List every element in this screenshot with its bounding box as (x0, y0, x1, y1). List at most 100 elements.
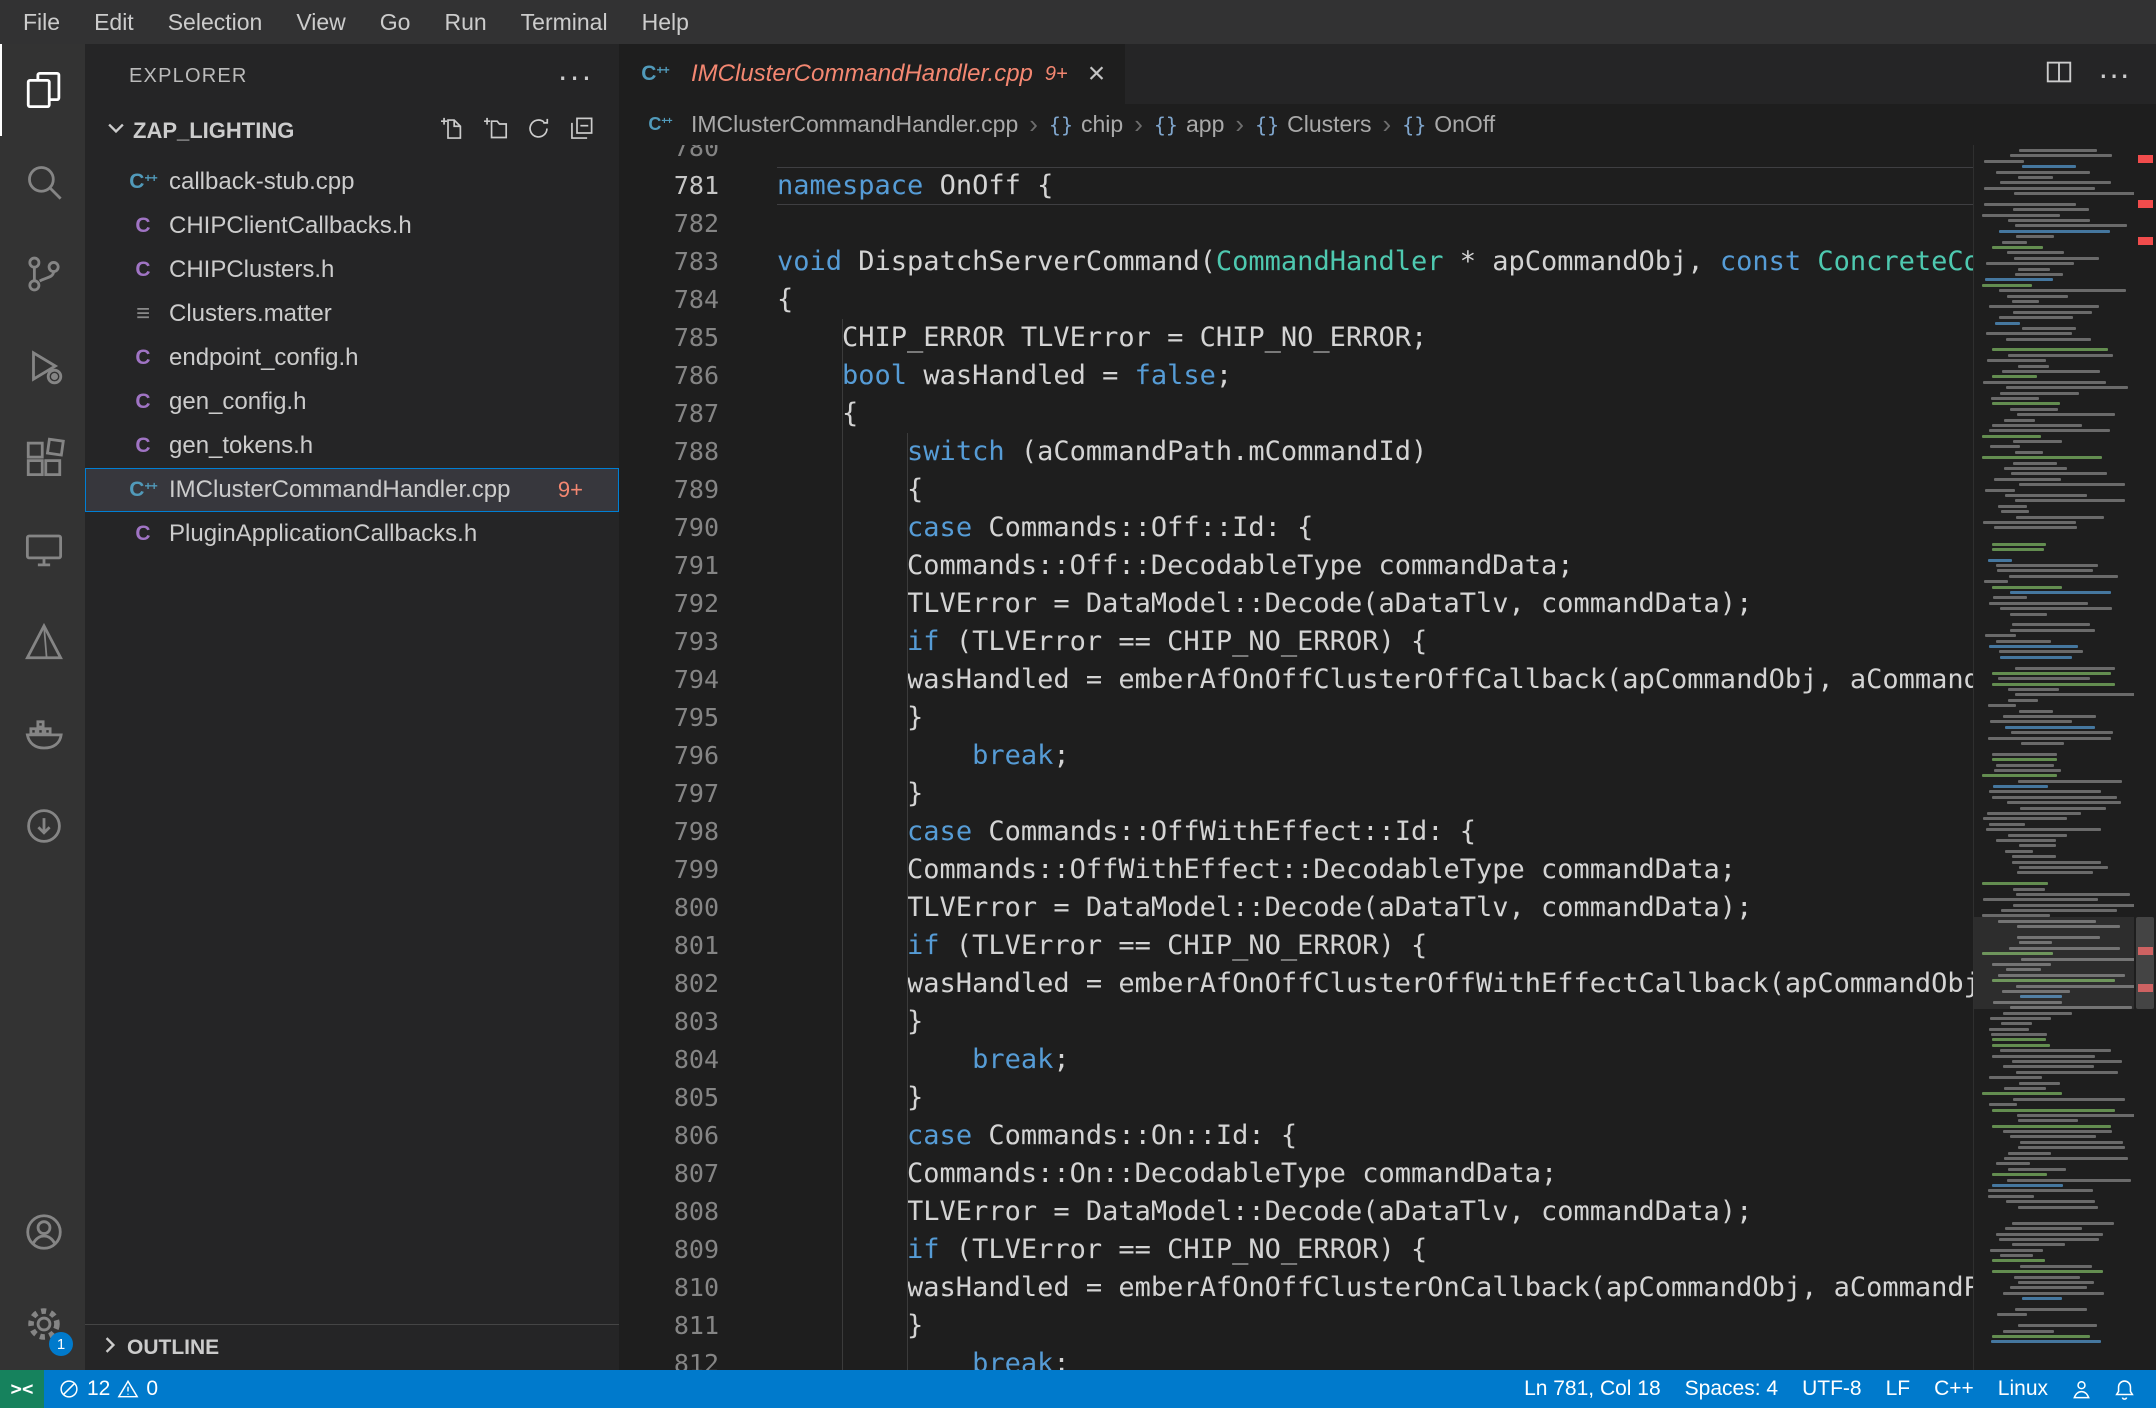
menu-item-edit[interactable]: Edit (77, 0, 151, 44)
code-line[interactable]: 789 { (619, 471, 1973, 509)
code-line[interactable]: 781 namespace OnOff { (619, 167, 1973, 205)
status-remote-os[interactable]: Linux (1986, 1377, 2060, 1401)
code-line[interactable]: 797 } (619, 775, 1973, 813)
file-item[interactable]: C CHIPClusters.h (85, 248, 619, 292)
code-line[interactable]: 811 } (619, 1307, 1973, 1345)
status-language-mode[interactable]: C++ (1922, 1377, 1986, 1401)
minimap[interactable] (1973, 145, 2134, 1370)
breadcrumb-item[interactable]: {} OnOff (1402, 111, 1495, 138)
file-item[interactable]: Cendpoint_config.h (85, 336, 619, 380)
code-line[interactable]: 806 case Commands::On::Id: { (619, 1117, 1973, 1155)
menu-item-run[interactable]: Run (427, 0, 503, 44)
code-line[interactable]: 790 case Commands::Off::Id: { (619, 509, 1973, 547)
settings-icon[interactable]: 1 (0, 1278, 85, 1370)
accounts-icon[interactable] (0, 1186, 85, 1278)
feedback-icon[interactable] (2060, 1378, 2103, 1401)
file-item[interactable]: C CHIPClientCallbacks.h (85, 204, 619, 248)
more-actions-icon[interactable]: ··· (557, 60, 593, 92)
code-line[interactable]: 792 TLVError = DataModel::Decode(aDataTl… (619, 585, 1973, 623)
menu-item-selection[interactable]: Selection (151, 0, 280, 44)
new-folder-icon[interactable] (482, 115, 509, 148)
cmake-icon[interactable] (0, 596, 85, 688)
refresh-icon[interactable] (525, 115, 552, 148)
overview-ruler[interactable] (2134, 145, 2156, 1370)
more-actions-icon[interactable]: ··· (2098, 58, 2130, 90)
breadcrumb-separator: › (1029, 109, 1038, 139)
menu-item-terminal[interactable]: Terminal (504, 0, 625, 44)
minimap-line (1983, 380, 2107, 384)
code-line[interactable]: 796 break; (619, 737, 1973, 775)
file-item[interactable]: ≡ Clusters.matter (85, 292, 619, 336)
status-encoding[interactable]: UTF-8 (1790, 1377, 1874, 1401)
c-header-file-icon: C (135, 434, 151, 457)
file-item[interactable]: Cgen_config.h (85, 380, 619, 424)
remote-indicator[interactable]: >< (0, 1370, 44, 1408)
close-icon[interactable]: × (1088, 59, 1106, 89)
status-cursor-position[interactable]: Ln 781, Col 18 (1512, 1377, 1673, 1401)
breadcrumb-item[interactable]: C ++ IMClusterCommandHandler.cpp (647, 111, 1018, 138)
code-line[interactable]: 802 wasHandled = emberAfOnOffClusterOffW… (619, 965, 1973, 1003)
menu-item-go[interactable]: Go (363, 0, 428, 44)
code-line[interactable]: 785 CHIP_ERROR TLVError = CHIP_NO_ERROR; (619, 319, 1973, 357)
code-line[interactable]: 798 case Commands::OffWithEffect::Id: { (619, 813, 1973, 851)
docker-icon[interactable] (0, 688, 85, 780)
code-line[interactable]: 810 wasHandled = emberAfOnOffClusterOnCa… (619, 1269, 1973, 1307)
code-line[interactable]: 803 } (619, 1003, 1973, 1041)
code-editor[interactable]: 780 781 namespace OnOff {782 783 void Dispat… (619, 145, 2156, 1370)
breadcrumb-item[interactable]: {} chip (1049, 111, 1123, 138)
collapse-all-icon[interactable] (568, 115, 595, 148)
code-line[interactable]: 787 { (619, 395, 1973, 433)
code-line[interactable]: 783 void DispatchServerCommand(CommandHan… (619, 243, 1973, 281)
code-line[interactable]: 780 (619, 145, 1973, 167)
line-content: wasHandled = emberAfOnOffClusterOffWithE… (907, 968, 1973, 999)
problems-status[interactable]: 12 0 (44, 1377, 172, 1401)
code-line[interactable]: 782 (619, 205, 1973, 243)
code-line[interactable]: 794 wasHandled = emberAfOnOffClusterOffC… (619, 661, 1973, 699)
code-line[interactable]: 788 switch (aCommandPath.mCommandId) (619, 433, 1973, 471)
explorer-icon[interactable] (0, 44, 85, 136)
file-item[interactable]: C ++ IMClusterCommandHandler.cpp 9+ (85, 468, 619, 512)
dependencies-icon[interactable] (0, 780, 85, 872)
menu-item-view[interactable]: View (279, 0, 362, 44)
code-line[interactable]: 793 if (TLVError == CHIP_NO_ERROR) { (619, 623, 1973, 661)
extensions-icon[interactable] (0, 412, 85, 504)
minimap-line (1992, 1270, 2103, 1274)
bell-icon[interactable] (2103, 1378, 2146, 1401)
scrollbar-slider[interactable] (2136, 916, 2154, 1009)
code-line[interactable]: 809 if (TLVError == CHIP_NO_ERROR) { (619, 1231, 1973, 1269)
code-line[interactable]: 791 Commands::Off::DecodableType command… (619, 547, 1973, 585)
status-indentation[interactable]: Spaces: 4 (1673, 1377, 1790, 1401)
run-and-debug-icon[interactable] (0, 320, 85, 412)
file-item[interactable]: C ++ callback-stub.cpp (85, 160, 619, 204)
search-icon[interactable] (0, 136, 85, 228)
file-item[interactable]: C PluginApplicationCallbacks.h (85, 512, 619, 556)
breadcrumb-item[interactable]: {} Clusters (1255, 111, 1371, 138)
source-control-icon[interactable] (0, 228, 85, 320)
code-line[interactable]: 807 Commands::On::DecodableType commandD… (619, 1155, 1973, 1193)
status-eol[interactable]: LF (1874, 1377, 1923, 1401)
minimap-line (2021, 1297, 2062, 1301)
breadcrumb-item[interactable]: {} app (1154, 111, 1224, 138)
file-name: IMClusterCommandHandler.cpp (169, 476, 511, 503)
code-line[interactable]: 784 { (619, 281, 1973, 319)
folder-section-header[interactable]: ZAP_LIGHTING (85, 108, 619, 154)
code-line[interactable]: 786 bool wasHandled = false; (619, 357, 1973, 395)
code-line[interactable]: 812 break; (619, 1345, 1973, 1370)
remote-explorer-icon[interactable] (0, 504, 85, 596)
code-line[interactable]: 801 if (TLVError == CHIP_NO_ERROR) { (619, 927, 1973, 965)
menu-item-file[interactable]: File (6, 0, 77, 44)
menu-item-help[interactable]: Help (625, 0, 706, 44)
code-line[interactable]: 799 Commands::OffWithEffect::DecodableTy… (619, 851, 1973, 889)
split-editor-icon[interactable] (2044, 57, 2074, 92)
file-item[interactable]: Cgen_tokens.h (85, 424, 619, 468)
outline-section[interactable]: OUTLINE (85, 1324, 619, 1370)
minimap-slider[interactable] (1974, 916, 2134, 1009)
editor-tab[interactable]: C ++ IMClusterCommandHandler.cpp 9+ × (619, 44, 1126, 104)
minimap-line (1995, 321, 2021, 325)
code-line[interactable]: 805 } (619, 1079, 1973, 1117)
code-line[interactable]: 800 TLVError = DataModel::Decode(aDataTl… (619, 889, 1973, 927)
code-line[interactable]: 804 break; (619, 1041, 1973, 1079)
code-line[interactable]: 808 TLVError = DataModel::Decode(aDataTl… (619, 1193, 1973, 1231)
new-file-icon[interactable] (439, 115, 466, 148)
code-line[interactable]: 795 } (619, 699, 1973, 737)
